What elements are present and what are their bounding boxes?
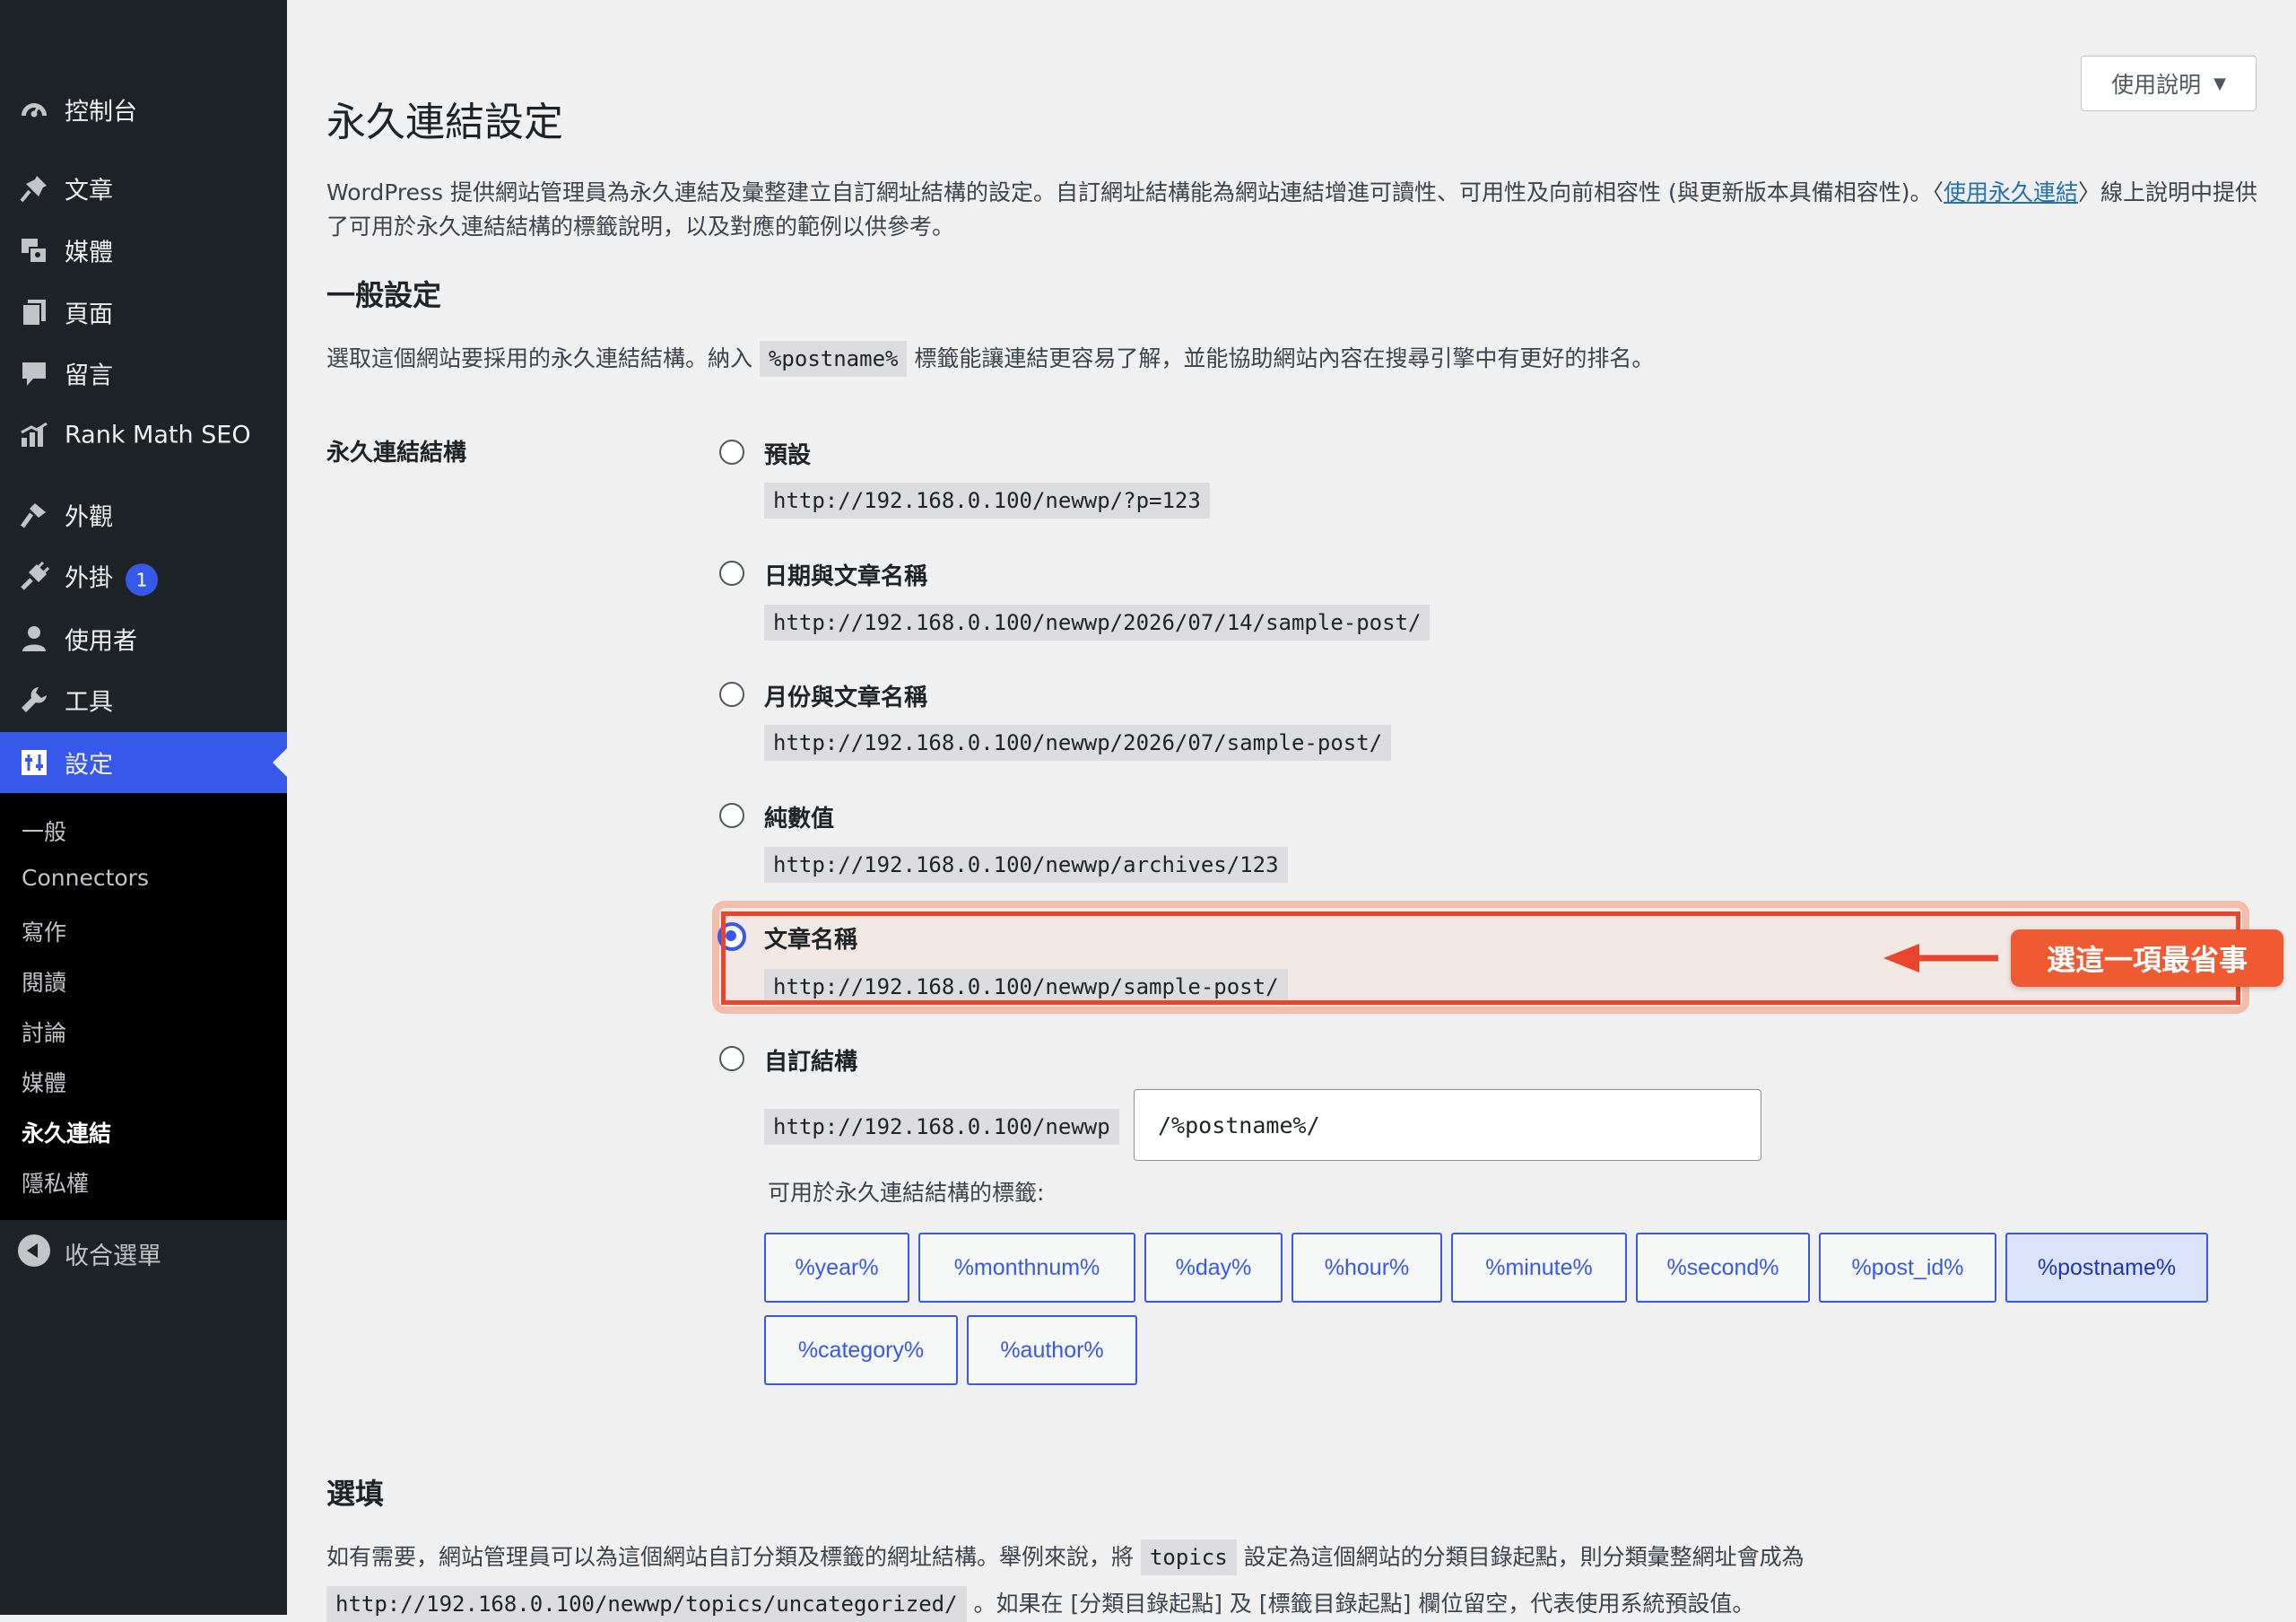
intro-text: WordPress 提供網站管理員為永久連結及彙整建立自訂網址結構的設定。自訂網…	[326, 176, 2264, 244]
postname-code: %postname%	[759, 341, 908, 377]
option-day-name-label: 日期與文章名稱	[764, 563, 928, 590]
radio-month-name[interactable]	[719, 682, 744, 707]
sidebar-item-media[interactable]: 媒體	[0, 220, 287, 281]
sidebar-item-label: 媒體	[65, 239, 113, 267]
sidebar-item-pages[interactable]: 頁面	[0, 282, 287, 343]
collapse-arrow-icon	[18, 1234, 50, 1267]
sidebar-item-label: 設定	[65, 751, 113, 780]
sidebar-item-comments[interactable]: 留言	[0, 343, 287, 404]
submenu-item-privacy[interactable]: 隱私權	[22, 1166, 89, 1199]
submenu-item-media[interactable]: 媒體	[22, 1066, 66, 1098]
submenu-item-general[interactable]: 一般	[22, 815, 66, 847]
general-settings-desc: 選取這個網站要採用的永久連結結構。納入 %postname% 標籤能讓連結更容易…	[326, 341, 1655, 377]
desc-part: 標籤能讓連結更容易了解，並能協助網站內容在搜尋引擎中有更好的排名。	[914, 345, 1655, 371]
option-month-name-label: 月份與文章名稱	[764, 685, 928, 711]
settings-submenu: 一般 Connectors 寫作 閱讀 討論 媒體 永久連結 隱私權	[0, 793, 287, 1220]
pages-icon	[18, 296, 50, 328]
admin-sidebar: 控制台 文章 媒體 頁面 留言 Rank Math SEO 外觀 外掛 1 使用…	[0, 0, 287, 1615]
tag-button-year[interactable]: %year%	[764, 1233, 909, 1303]
topics-code: topics	[1140, 1539, 1237, 1575]
tag-button-author[interactable]: %author%	[967, 1315, 1137, 1385]
sidebar-item-label: 控制台	[65, 98, 137, 126]
radio-custom[interactable]	[719, 1046, 744, 1071]
submenu-item-permalinks[interactable]: 永久連結	[22, 1116, 111, 1148]
settings-icon	[18, 746, 50, 779]
sidebar-item-label: 工具	[65, 688, 113, 717]
optional-desc-part: 如有需要，網站管理員可以為這個網站自訂分類及標籤的網址結構。舉例來說，將	[326, 1544, 1135, 1570]
sidebar-item-dashboard[interactable]: 控制台	[0, 79, 287, 140]
submenu-item-writing[interactable]: 寫作	[22, 915, 66, 947]
sidebar-item-label: 使用者	[65, 627, 137, 656]
sidebar-item-label: 外觀	[65, 503, 113, 532]
tag-button-postname-active[interactable]: %postname%	[2005, 1233, 2208, 1303]
help-button-label: 使用說明	[2111, 72, 2202, 98]
caret-down-icon: ▼	[2213, 74, 2226, 93]
users-icon	[18, 623, 50, 655]
custom-structure-value: /%postname%/	[1158, 1112, 1320, 1138]
option-numeric-label: 純數值	[764, 806, 835, 833]
option-plain-url: http://192.168.0.100/newwp/?p=123	[764, 483, 1210, 519]
annotation-arrow-icon	[1883, 944, 1998, 972]
update-count-badge: 1	[126, 562, 158, 596]
optional-desc-line1: 如有需要，網站管理員可以為這個網站自訂分類及標籤的網址結構。舉例來說，將 top…	[326, 1539, 1805, 1575]
submenu-item-reading[interactable]: 閱讀	[22, 965, 66, 998]
sidebar-item-label-wrap: 外掛 1	[65, 558, 158, 596]
tag-button-day[interactable]: %day%	[1144, 1233, 1283, 1303]
option-numeric-url: http://192.168.0.100/newwp/archives/123	[764, 847, 1288, 883]
general-settings-heading: 一般設定	[326, 278, 442, 312]
tag-button-category[interactable]: %category%	[764, 1315, 958, 1385]
collapse-menu-label: 收合選單	[65, 1243, 161, 1270]
radio-plain[interactable]	[719, 440, 744, 465]
tag-button-second[interactable]: %second%	[1636, 1233, 1810, 1303]
dashboard-icon	[18, 93, 50, 126]
sidebar-item-settings[interactable]: 設定	[0, 732, 287, 793]
sidebar-item-label: 留言	[65, 362, 113, 390]
radio-day-name[interactable]	[719, 561, 744, 586]
option-custom-label: 自訂結構	[764, 1049, 858, 1076]
help-button[interactable]: 使用說明 ▼	[2081, 56, 2257, 111]
option-plain-label: 預設	[764, 442, 812, 469]
submenu-item-discussion[interactable]: 討論	[22, 1016, 66, 1048]
submenu-item-connectors[interactable]: Connectors	[22, 865, 149, 891]
appearance-icon	[18, 499, 50, 531]
optional-desc-part: 設定為這個網站的分類目錄起點，則分類彙整網址會成為	[1243, 1544, 1805, 1570]
sidebar-item-label: 文章	[65, 177, 113, 205]
media-icon	[18, 234, 50, 266]
sidebar-item-label: 頁面	[65, 301, 113, 329]
tag-button-monthnum[interactable]: %monthnum%	[918, 1233, 1135, 1303]
rank-math-icon	[18, 419, 50, 451]
pin-icon	[18, 172, 50, 205]
optional-desc-part: 。如果在 [分類目錄起點] 及 [標籤目錄起點] 欄位留空，代表使用系統預設值。	[973, 1591, 1755, 1617]
category-base-url-code: http://192.168.0.100/newwp/topics/uncate…	[326, 1586, 967, 1622]
tag-button-post-id[interactable]: %post_id%	[1819, 1233, 1996, 1303]
sidebar-item-appearance[interactable]: 外觀	[0, 484, 287, 545]
annotation-callout: 選這一項最省事	[2011, 929, 2283, 987]
desc-part: 選取這個網站要採用的永久連結結構。納入	[326, 345, 753, 371]
collapse-menu-button[interactable]: 收合選單	[0, 1220, 287, 1281]
page-title: 永久連結設定	[326, 100, 563, 145]
sidebar-item-posts[interactable]: 文章	[0, 158, 287, 219]
sidebar-item-label: 外掛	[65, 564, 113, 593]
tools-icon	[18, 684, 50, 716]
tag-button-minute[interactable]: %minute%	[1451, 1233, 1627, 1303]
comments-icon	[18, 357, 50, 389]
plugins-icon	[18, 561, 50, 593]
option-day-name-url: http://192.168.0.100/newwp/2026/07/14/sa…	[764, 605, 1431, 641]
sidebar-item-users[interactable]: 使用者	[0, 608, 287, 669]
sidebar-item-tools[interactable]: 工具	[0, 669, 287, 730]
optional-heading: 選填	[326, 1477, 385, 1511]
custom-structure-prefix: http://192.168.0.100/newwp	[764, 1109, 1119, 1145]
tag-button-hour[interactable]: %hour%	[1292, 1233, 1442, 1303]
permalink-structure-label: 永久連結結構	[326, 440, 467, 467]
optional-desc-line2: http://192.168.0.100/newwp/topics/uncate…	[326, 1586, 1755, 1622]
sidebar-item-label: Rank Math SEO	[65, 421, 251, 449]
intro-text-part: WordPress 提供網站管理員為永久連結及彙整建立自訂網址結構的設定。自訂網…	[326, 179, 1944, 205]
sidebar-item-plugins[interactable]: 外掛 1	[0, 546, 287, 607]
sidebar-item-rank-math[interactable]: Rank Math SEO	[0, 405, 287, 466]
permalinks-help-link[interactable]: 使用永久連結	[1944, 179, 2078, 205]
available-tags-label: 可用於永久連結結構的標籤:	[768, 1180, 1045, 1206]
radio-numeric[interactable]	[719, 803, 744, 828]
option-month-name-url: http://192.168.0.100/newwp/2026/07/sampl…	[764, 725, 1392, 761]
custom-structure-input[interactable]: /%postname%/	[1134, 1089, 1761, 1161]
